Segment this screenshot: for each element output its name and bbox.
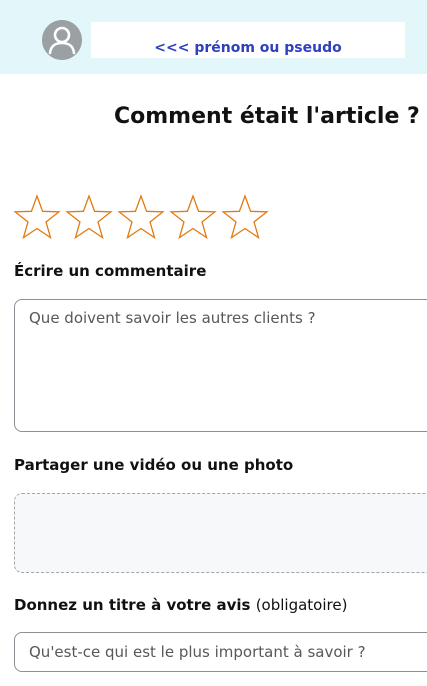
star-5-icon[interactable] (220, 192, 270, 242)
reviewer-header: <<< prénom ou pseudo (0, 0, 427, 74)
media-upload-area[interactable] (14, 493, 427, 573)
star-rating[interactable] (12, 192, 272, 242)
comment-label: Écrire un commentaire (14, 262, 207, 280)
star-3-icon[interactable] (116, 192, 166, 242)
star-2-icon[interactable] (64, 192, 114, 242)
review-title-input[interactable] (14, 632, 427, 672)
public-name-field[interactable]: <<< prénom ou pseudo (91, 22, 405, 58)
required-note: (obligatoire) (255, 596, 348, 614)
comment-textarea[interactable] (14, 299, 427, 432)
star-4-icon[interactable] (168, 192, 218, 242)
star-1-icon[interactable] (12, 192, 62, 242)
review-title-label: Donnez un titre à votre avis (obligatoir… (14, 596, 347, 614)
media-label: Partager une vidéo ou une photo (14, 456, 294, 474)
user-avatar-icon (42, 20, 82, 60)
page-title: Comment était l'article ? (114, 104, 420, 129)
review-title-label-text: Donnez un titre à votre avis (14, 596, 251, 614)
